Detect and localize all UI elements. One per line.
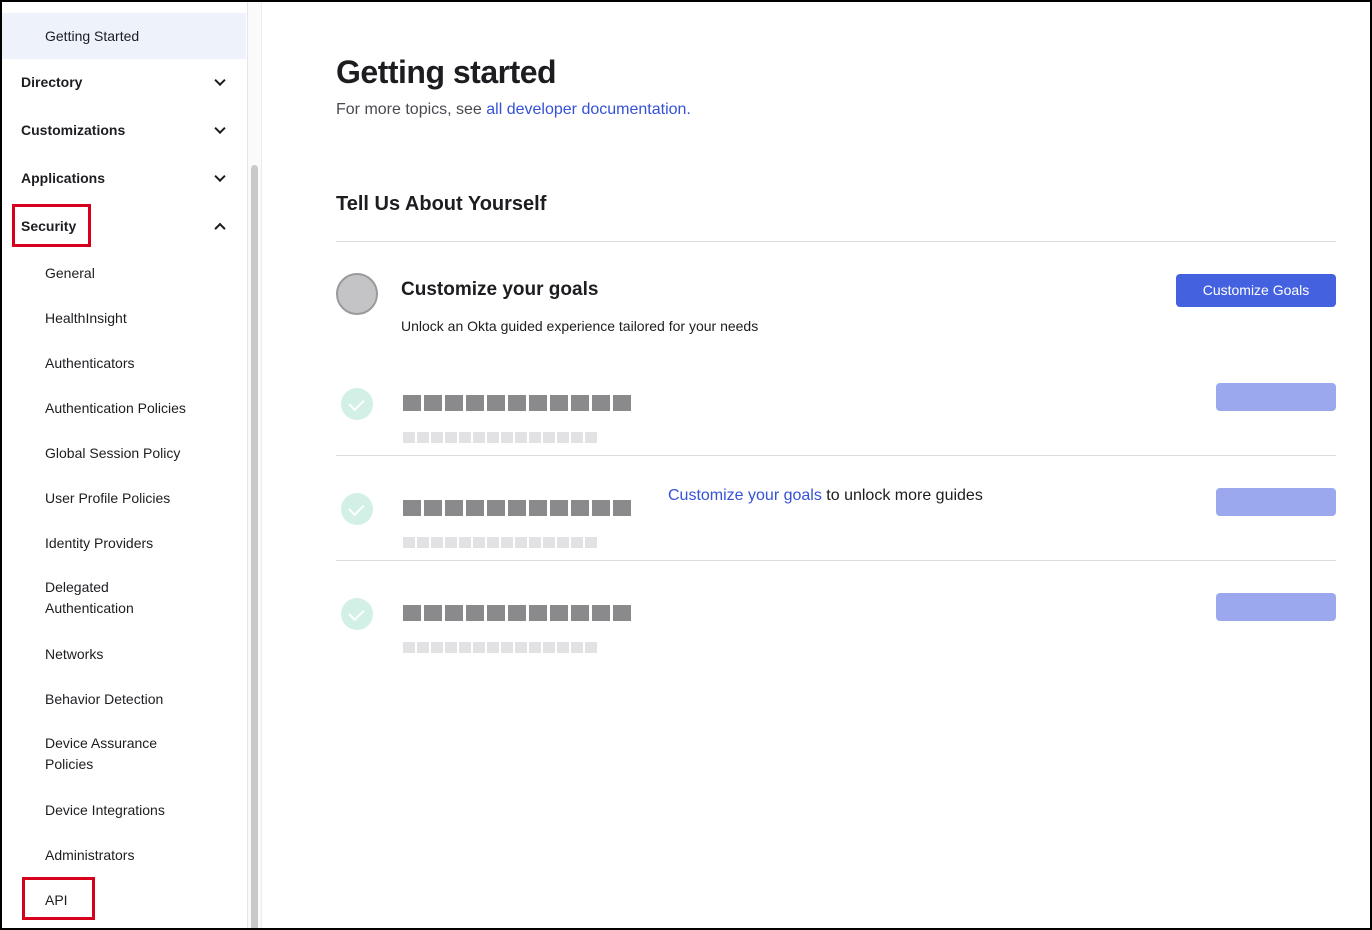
sidebar-item-label: Directory	[21, 74, 83, 90]
sidebar-item-label: User Profile Policies	[45, 490, 171, 506]
row-divider	[336, 560, 1336, 561]
sidebar-item-label: Getting Started	[45, 28, 140, 44]
sidebar-item-general[interactable]: General	[2, 251, 246, 296]
sidebar-item-label: Identity Providers	[45, 535, 154, 551]
sidebar-item-label: Authentication Policies	[45, 400, 186, 416]
unlock-guides-message: Customize your goals to unlock more guid…	[668, 487, 983, 505]
sidebar-item-label: HealthInsight	[45, 310, 127, 326]
sidebar-item-label: Authenticators	[45, 355, 135, 371]
sidebar-item-label: API	[45, 892, 68, 908]
sidebar-item-authenticators[interactable]: Authenticators	[2, 341, 246, 386]
sidebar-item-label: Device Assurance	[45, 735, 158, 751]
check-circle-icon	[341, 598, 373, 630]
disabled-guide-button	[1216, 488, 1336, 516]
section-divider	[336, 241, 1336, 242]
redacted-title-placeholder	[403, 605, 631, 621]
customize-goals-link[interactable]: Customize your goals	[668, 487, 822, 504]
check-circle-icon	[341, 388, 373, 420]
sidebar-item-security[interactable]: Security	[2, 203, 246, 249]
disabled-guide-button	[1216, 383, 1336, 411]
customize-goals-button[interactable]: Customize Goals	[1176, 274, 1336, 307]
sidebar-item-label: Policies	[45, 756, 94, 772]
sidebar-nav: Getting Started Directory Customizations…	[2, 2, 248, 928]
section-title: Tell Us About Yourself	[336, 193, 547, 215]
goal-title: Customize your goals	[401, 279, 599, 300]
sidebar-item-label: Global Session Policy	[45, 445, 181, 461]
sidebar-item-directory[interactable]: Directory	[2, 59, 246, 105]
sidebar-item-user-profile-policies[interactable]: User Profile Policies	[2, 476, 246, 521]
redacted-description-placeholder	[403, 537, 597, 548]
sidebar-item-healthinsight[interactable]: HealthInsight	[2, 296, 246, 341]
sidebar-item-delegated-authentication[interactable]: Delegated Authentication	[2, 577, 246, 623]
chevron-down-icon	[214, 170, 226, 183]
chevron-down-icon	[214, 74, 226, 87]
sidebar-item-label: Delegated	[45, 579, 109, 595]
sidebar-item-device-assurance-policies[interactable]: Device Assurance Policies	[2, 733, 246, 779]
sidebar-item-identity-providers[interactable]: Identity Providers	[2, 521, 246, 566]
main-content: Getting started For more topics, see all…	[263, 2, 1370, 928]
sidebar-item-api[interactable]: API	[2, 878, 246, 923]
sidebar-item-behavior-detection[interactable]: Behavior Detection	[2, 677, 246, 722]
redacted-title-placeholder	[403, 500, 631, 516]
sidebar-item-label: Administrators	[45, 847, 135, 863]
sidebar-item-label: Security	[21, 218, 77, 234]
sidebar-item-getting-started[interactable]: Getting Started	[2, 13, 246, 59]
page-subtitle: For more topics, see all developer docum…	[336, 101, 691, 119]
sidebar-item-label: Authentication	[45, 600, 134, 616]
page-title: Getting started	[336, 54, 557, 90]
sidebar-item-networks[interactable]: Networks	[2, 632, 246, 677]
sidebar-item-label: Networks	[45, 646, 104, 662]
redacted-description-placeholder	[403, 432, 597, 443]
developer-docs-link[interactable]: all developer documentation.	[486, 101, 691, 118]
sidebar-item-label: Behavior Detection	[45, 691, 164, 707]
sidebar-item-device-integrations[interactable]: Device Integrations	[2, 788, 246, 833]
sidebar-item-label: Device Integrations	[45, 802, 165, 818]
redacted-title-placeholder	[403, 395, 631, 411]
unlock-guides-text: to unlock more guides	[821, 487, 983, 504]
row-divider	[336, 455, 1336, 456]
sidebar-item-authentication-policies[interactable]: Authentication Policies	[2, 386, 246, 431]
chevron-up-icon	[214, 222, 226, 235]
subtitle-text: For more topics, see	[336, 101, 487, 118]
sidebar-item-administrators[interactable]: Administrators	[2, 833, 246, 878]
sidebar-item-label: Applications	[21, 170, 106, 186]
redacted-description-placeholder	[403, 642, 597, 653]
sidebar-item-applications[interactable]: Applications	[2, 155, 246, 201]
goal-description: Unlock an Okta guided experience tailore…	[401, 318, 759, 334]
sidebar-item-label: Customizations	[21, 122, 126, 138]
chevron-down-icon	[214, 122, 226, 135]
sidebar-item-global-session-policy[interactable]: Global Session Policy	[2, 431, 246, 476]
sidebar-scrollbar-thumb[interactable]	[251, 165, 258, 930]
disabled-guide-button	[1216, 593, 1336, 621]
sidebar-item-label: General	[45, 265, 95, 281]
goal-status-circle-icon	[336, 273, 378, 315]
sidebar-item-customizations[interactable]: Customizations	[2, 107, 246, 153]
check-circle-icon	[341, 493, 373, 525]
